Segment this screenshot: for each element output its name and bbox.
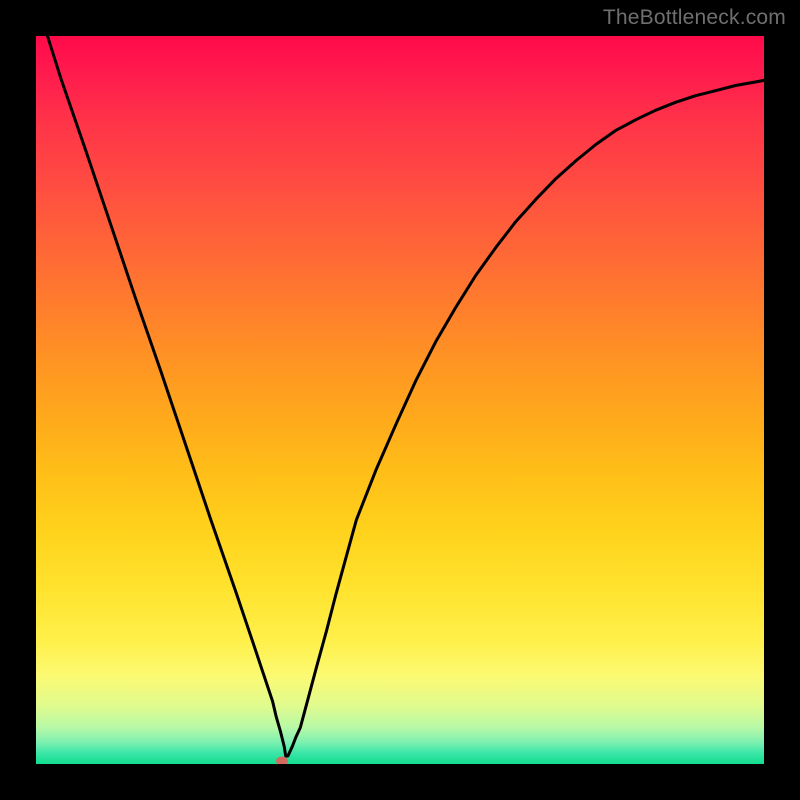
plot-area xyxy=(36,36,764,764)
vertex-marker xyxy=(276,757,288,765)
bottleneck-curve xyxy=(36,36,764,764)
watermark-text: TheBottleneck.com xyxy=(603,6,786,30)
chart-frame: TheBottleneck.com xyxy=(0,0,800,800)
